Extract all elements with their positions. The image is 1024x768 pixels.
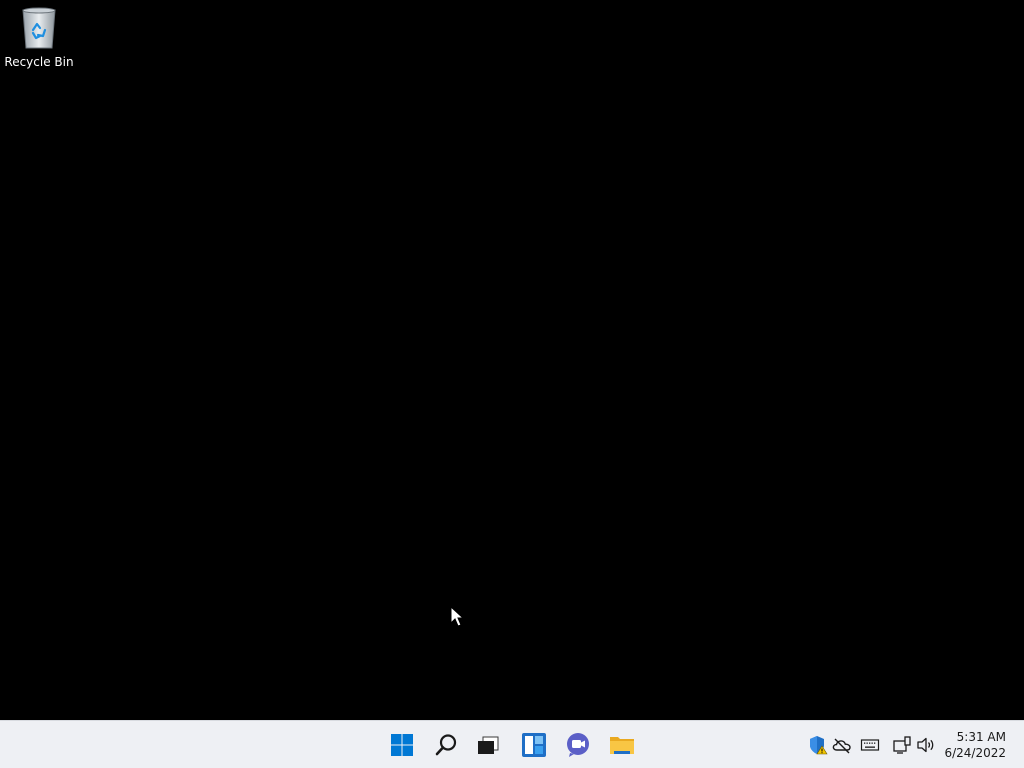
volume-icon [917, 737, 934, 753]
keyboard-tray[interactable] [860, 735, 880, 755]
mouse-cursor-icon [450, 606, 464, 627]
recycle-bin-label: Recycle Bin [4, 55, 74, 69]
windows-logo-icon [391, 734, 413, 756]
taskbar: 5:31 AM 6/24/2022 [0, 720, 1024, 768]
security-warning-tray[interactable] [808, 735, 828, 755]
teams-chat-icon [567, 733, 589, 757]
onedrive-tray[interactable] [832, 735, 852, 755]
search-icon [435, 734, 457, 756]
clock-date: 6/24/2022 [944, 746, 1006, 760]
file-explorer-button[interactable] [604, 727, 640, 763]
security-warning-icon [810, 736, 828, 755]
clock-time: 5:31 AM [956, 730, 1006, 744]
desktop[interactable]: Recycle Bin [0, 0, 1024, 720]
onedrive-offline-icon [832, 738, 851, 754]
folder-icon [610, 737, 634, 754]
taskbar-clock[interactable]: 5:31 AM 6/24/2022 [944, 729, 1006, 761]
keyboard-icon [860, 739, 880, 751]
recycle-bin-shortcut[interactable]: Recycle Bin [4, 6, 74, 76]
volume-tray[interactable] [916, 735, 936, 755]
task-view-icon [478, 736, 499, 754]
network-icon [893, 736, 911, 754]
chat-button[interactable] [560, 727, 596, 763]
widgets-icon [522, 733, 546, 757]
task-view-button[interactable] [470, 727, 506, 763]
widgets-button[interactable] [516, 727, 552, 763]
search-button[interactable] [428, 727, 464, 763]
network-tray[interactable] [892, 735, 912, 755]
recycle-bin-icon [22, 7, 56, 49]
start-button[interactable] [384, 727, 420, 763]
